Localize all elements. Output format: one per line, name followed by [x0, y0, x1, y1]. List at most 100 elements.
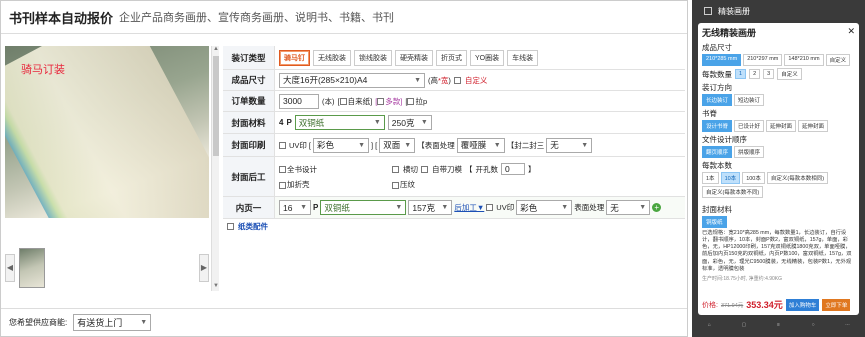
add-inner-icon[interactable]: + [652, 203, 662, 212]
current-price: 353.34元 [746, 300, 783, 310]
mobile-direction-opt-short[interactable]: 短边装订 [734, 94, 765, 106]
binding-option-stitch[interactable]: 车线装 [507, 49, 539, 66]
paper-parts-checkbox[interactable] [227, 222, 234, 230]
supplier-label: 您希望供应商能: [9, 318, 68, 327]
pull-checkbox[interactable] [407, 98, 415, 106]
scroll-up-icon[interactable]: ▲ [212, 46, 220, 54]
binding-label: 装订类型 [223, 46, 275, 69]
inner-uv-checkbox[interactable] [486, 204, 494, 211]
mobile-count-opt-3[interactable]: 3 [763, 69, 775, 79]
chevron-down-icon: ▼ [581, 141, 589, 149]
binding-option-yo[interactable]: YO圈装 [470, 49, 505, 66]
thumb-next-button[interactable]: ▶ [199, 254, 209, 282]
scroll-down-icon[interactable]: ▼ [212, 283, 220, 291]
cover-color-select[interactable]: 彩色 ▼ [313, 137, 370, 153]
mobile-copies-opt-diff[interactable]: 自定义(每款本数不同) [702, 186, 764, 198]
cover-weight-value: 250克 [391, 117, 415, 128]
mobile-direction-label: 装订方向 [702, 83, 732, 92]
inner-color-value: 彩色 [520, 202, 538, 213]
inner-uv-label: UV印 [496, 203, 515, 212]
mobile-size-opt-3[interactable]: 148*210 mm [784, 54, 824, 66]
cover-surface-select[interactable]: 覆哑膜 ▼ [456, 137, 505, 153]
home-icon[interactable]: ⌂ [700, 322, 718, 334]
binding-option-fold[interactable]: 折页式 [436, 49, 467, 66]
mobile-copies-opt-1[interactable]: 1本 [702, 172, 719, 184]
cover-side-select[interactable]: 双面 ▼ [379, 137, 416, 153]
postpress-design-checkbox[interactable] [279, 166, 286, 174]
cover-paper-select[interactable]: 双铜纸 ▼ [294, 115, 385, 130]
hole-count-input[interactable]: 0 [501, 163, 525, 175]
cover2-label: 【封二封三 [506, 140, 545, 150]
binding-option-sewn[interactable]: 锁线胶装 [354, 49, 392, 66]
mobile-cover-label: 封面材料 [702, 205, 732, 214]
mobile-size-label: 成品尺寸 [702, 43, 732, 52]
cover-uv-checkbox[interactable] [279, 141, 286, 149]
buy-now-button[interactable]: 立即下单 [822, 298, 851, 311]
mobile-order-opt-2[interactable]: 拼版顺序 [734, 146, 765, 158]
mobile-spine-opt-3[interactable]: 延伸封面 [766, 120, 797, 132]
custom-size-checkbox[interactable] [453, 76, 461, 84]
mobile-spine-label: 书脊 [702, 109, 717, 118]
mobile-spine-opt-2[interactable]: 已设计好 [734, 120, 765, 132]
inner-color-select[interactable]: 彩色 ▼ [516, 200, 573, 215]
inner-p-value: 16 [283, 202, 293, 213]
close-icon[interactable]: ✕ [847, 26, 855, 39]
cover2-select[interactable]: 无 ▼ [546, 137, 593, 153]
cover-weight-select[interactable]: 250克 ▼ [387, 115, 432, 130]
binding-option-perfect[interactable]: 无线胶装 [313, 49, 351, 66]
mobile-size-opt-custom[interactable]: 自定义 [825, 54, 851, 66]
list-icon[interactable]: ≡ [769, 322, 787, 334]
multi-style-checkbox[interactable] [377, 98, 385, 106]
size-select[interactable]: 大度16开(285×210)A4 ▼ [279, 72, 425, 88]
size-value: 大度16开(285×210)A4 [283, 75, 368, 85]
mobile-copies-opt-10[interactable]: 10本 [720, 172, 741, 184]
custom-size-label: 自定义 [464, 75, 488, 85]
cart-icon[interactable]: ▢ [735, 322, 753, 334]
supplier-select[interactable]: 有送货上门 ▼ [73, 314, 152, 331]
thumbnail-1[interactable] [19, 248, 45, 288]
form-scrollbar[interactable]: ▲ ▼ [211, 46, 219, 291]
postprocess-link[interactable]: 后加工▼ [454, 202, 484, 213]
quantity-input[interactable]: 3000 [279, 93, 319, 109]
mobile-copies-opt-100[interactable]: 100本 [742, 172, 765, 184]
thumb-prev-button[interactable]: ◀ [5, 254, 15, 282]
inner-weight-value: 157克 [412, 202, 436, 213]
postpress-emboss-checkbox[interactable] [392, 181, 399, 189]
postpress-die-checkbox[interactable] [421, 165, 428, 173]
inner-p-select[interactable]: 16 ▼ [279, 200, 311, 215]
mobile-spine-opt-4[interactable]: 延伸封面 [798, 120, 829, 132]
scrollbar-thumb[interactable] [213, 56, 219, 156]
row-postpress: 封面后工 全书设计 横切 自带刀模【开孔数 0】 加折壳 压纹 [223, 157, 685, 197]
mobile-size-opt-2[interactable]: 210*297 mm [743, 54, 783, 66]
row-inner: 内页一 16 ▼ P 双铜纸 ▼ 157克 ▼ 后加工▼ UV印 彩色 ▼ 表面处理 无… [223, 197, 685, 219]
mobile-cover-opt-1[interactable]: 铜版纸 [702, 216, 727, 228]
page-subtitle: 企业产品商务画册、宣传商务画册、说明书、书籍、书刊 [119, 12, 395, 24]
mobile-direction-opt-long[interactable]: 长边装订 [702, 94, 733, 106]
add-to-cart-button[interactable]: 加入购物车 [785, 298, 820, 311]
mobile-count-label: 每款数量 [702, 69, 732, 79]
mobile-spine-opt-1[interactable]: 设计书脊 [702, 120, 733, 132]
chevron-down-icon: ▼ [414, 76, 421, 84]
user-icon[interactable]: ○ [804, 322, 822, 334]
self-paper-checkbox[interactable] [339, 98, 347, 106]
mobile-copies-opt-same[interactable]: 自定义(每款本数相同) [766, 172, 829, 184]
binding-option-saddle[interactable]: 骑马钉 [279, 49, 310, 66]
more-icon[interactable]: ⋯ [839, 322, 857, 334]
mobile-size-opt-1[interactable]: 210*285 mm [702, 54, 742, 66]
quote-form: 装订类型 骑马钉 无线胶装 锁线胶装 硬壳精装 折页式 YO圈装 车线装 成品尺… [223, 46, 685, 233]
row-binding: 装订类型 骑马钉 无线胶装 锁线胶装 硬壳精装 折页式 YO圈装 车线装 [223, 46, 685, 70]
mobile-count-opt-2[interactable]: 2 [749, 69, 761, 79]
mobile-spec-summary: 已选规格：宽210*高285 mm，每款数量1，长边装订，自行设计，翻书顺序，1… [702, 230, 852, 272]
inner-paper-select[interactable]: 双铜纸 ▼ [320, 200, 407, 215]
mobile-count-opt-custom[interactable]: 自定义 [777, 68, 802, 80]
screen: 书刊样本自动报价 企业产品商务画册、宣传商务画册、说明书、书籍、书刊 骑马订装 … [0, 0, 865, 337]
mobile-order-opt-1[interactable]: 翻页顺序 [702, 146, 733, 158]
postpress-fold-checkbox[interactable] [279, 181, 286, 189]
postpress-label: 封面后工 [223, 157, 275, 196]
cover-p-label: P [286, 118, 292, 127]
inner-weight-select[interactable]: 157克 ▼ [408, 200, 453, 215]
mobile-count-opt-1[interactable]: 1 [735, 69, 747, 79]
postpress-cut-checkbox[interactable] [392, 165, 399, 173]
binding-option-hardcover[interactable]: 硬壳精装 [395, 49, 433, 66]
inner-surface-select[interactable]: 无 ▼ [606, 200, 651, 215]
